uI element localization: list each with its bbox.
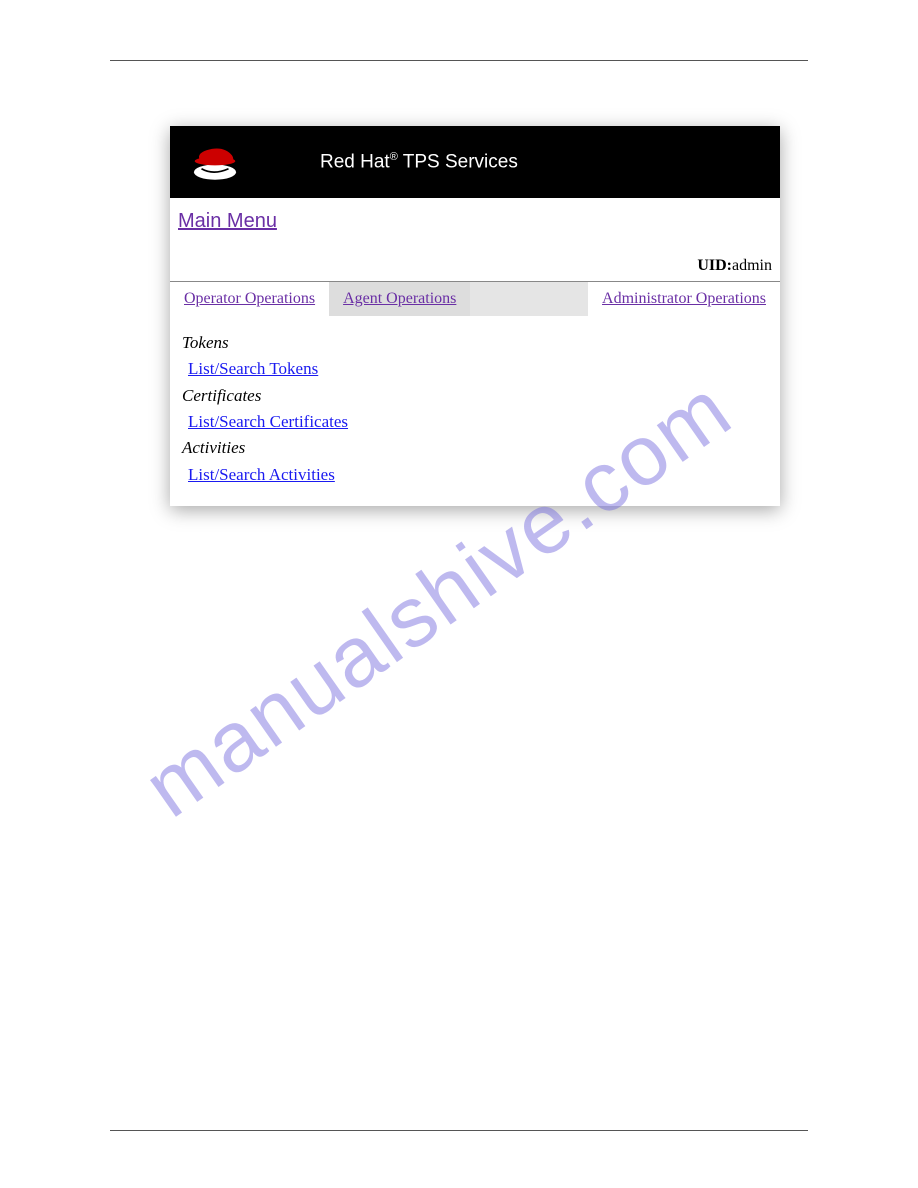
- app-title: Red Hat® TPS Services: [260, 151, 518, 173]
- list-search-certificates-link[interactable]: List/Search Certificates: [182, 409, 348, 435]
- tab-operator-operations[interactable]: Operator Operations: [170, 282, 329, 316]
- uid-label: UID:: [697, 257, 732, 274]
- certificates-heading: Certificates: [182, 383, 768, 409]
- content-area: Tokens List/Search Tokens Certificates L…: [170, 316, 780, 506]
- main-menu-link[interactable]: Main Menu: [170, 198, 285, 235]
- list-search-activities-link[interactable]: List/Search Activities: [182, 462, 335, 488]
- activities-heading: Activities: [182, 435, 768, 461]
- tab-agent-operations[interactable]: Agent Operations: [329, 282, 470, 316]
- tokens-heading: Tokens: [182, 330, 768, 356]
- bottom-rule: [110, 1130, 808, 1131]
- list-search-tokens-link[interactable]: List/Search Tokens: [182, 356, 318, 382]
- uid-value: admin: [732, 257, 772, 274]
- uid-row: UID:admin: [170, 235, 780, 282]
- app-header: Red Hat® TPS Services: [170, 126, 780, 198]
- top-rule: [110, 60, 808, 61]
- tab-row: Operator Operations Agent Operations Adm…: [170, 282, 780, 316]
- tab-spacer: [470, 282, 588, 316]
- tab-administrator-operations[interactable]: Administrator Operations: [588, 282, 780, 316]
- redhat-logo-icon: [188, 140, 242, 184]
- app-window: Red Hat® TPS Services Main Menu UID:admi…: [170, 126, 780, 506]
